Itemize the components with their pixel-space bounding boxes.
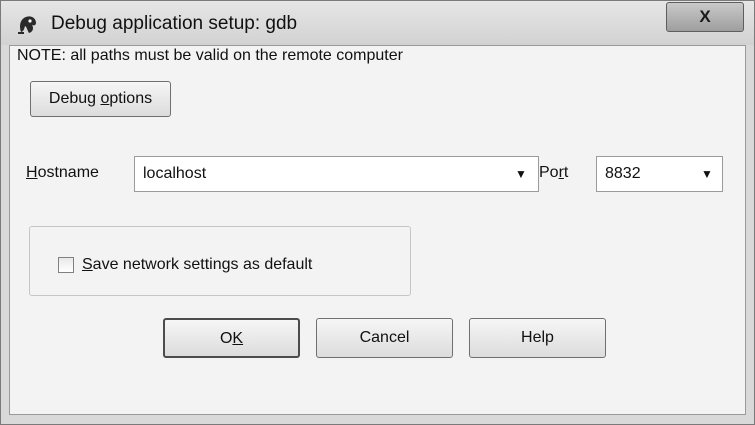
window-title: Debug application setup: gdb bbox=[51, 13, 298, 34]
chevron-down-icon[interactable]: ▼ bbox=[701, 167, 713, 181]
debug-options-label-pre: Debug bbox=[48, 90, 101, 107]
debug-options-label-post: ptions bbox=[109, 90, 153, 107]
close-button[interactable]: X bbox=[666, 2, 744, 32]
ok-button[interactable]: OK bbox=[163, 318, 300, 358]
save-default-checkbox[interactable] bbox=[58, 257, 74, 273]
save-default-label[interactable]: Save network settings as default bbox=[82, 256, 312, 274]
port-label: Port bbox=[539, 164, 568, 182]
hostname-value: localhost bbox=[143, 165, 207, 182]
cancel-label: Cancel bbox=[359, 329, 410, 346]
port-value: 8832 bbox=[605, 165, 641, 182]
title-bar[interactable]: Debug application setup: gdb X bbox=[1, 1, 754, 45]
cancel-button[interactable]: Cancel bbox=[316, 318, 453, 358]
hostname-mnemonic: H bbox=[26, 164, 38, 181]
save-default-label-post: ave network settings as default bbox=[92, 256, 313, 273]
dialog-window: Debug application setup: gdb X NOTE: all… bbox=[0, 0, 755, 425]
hostname-label: Hostname bbox=[26, 164, 99, 182]
port-label-pre: Po bbox=[539, 164, 559, 181]
port-combobox[interactable]: 8832 ▼ bbox=[596, 156, 723, 192]
hostname-combobox[interactable]: localhost ▼ bbox=[134, 156, 539, 192]
note-text: NOTE: all paths must be valid on the rem… bbox=[17, 47, 403, 64]
save-default-mnemonic: S bbox=[82, 256, 93, 273]
ok-mnemonic: K bbox=[232, 330, 244, 347]
hostname-label-post: ostname bbox=[37, 164, 99, 181]
ok-label-pre: O bbox=[219, 330, 233, 347]
chevron-down-icon[interactable]: ▼ bbox=[515, 167, 527, 181]
port-label-post: t bbox=[563, 164, 569, 181]
close-icon: X bbox=[699, 7, 711, 26]
help-label: Help bbox=[521, 329, 554, 346]
debug-options-button[interactable]: Debug options bbox=[30, 81, 171, 117]
help-button[interactable]: Help bbox=[469, 318, 606, 358]
app-icon bbox=[15, 11, 41, 37]
